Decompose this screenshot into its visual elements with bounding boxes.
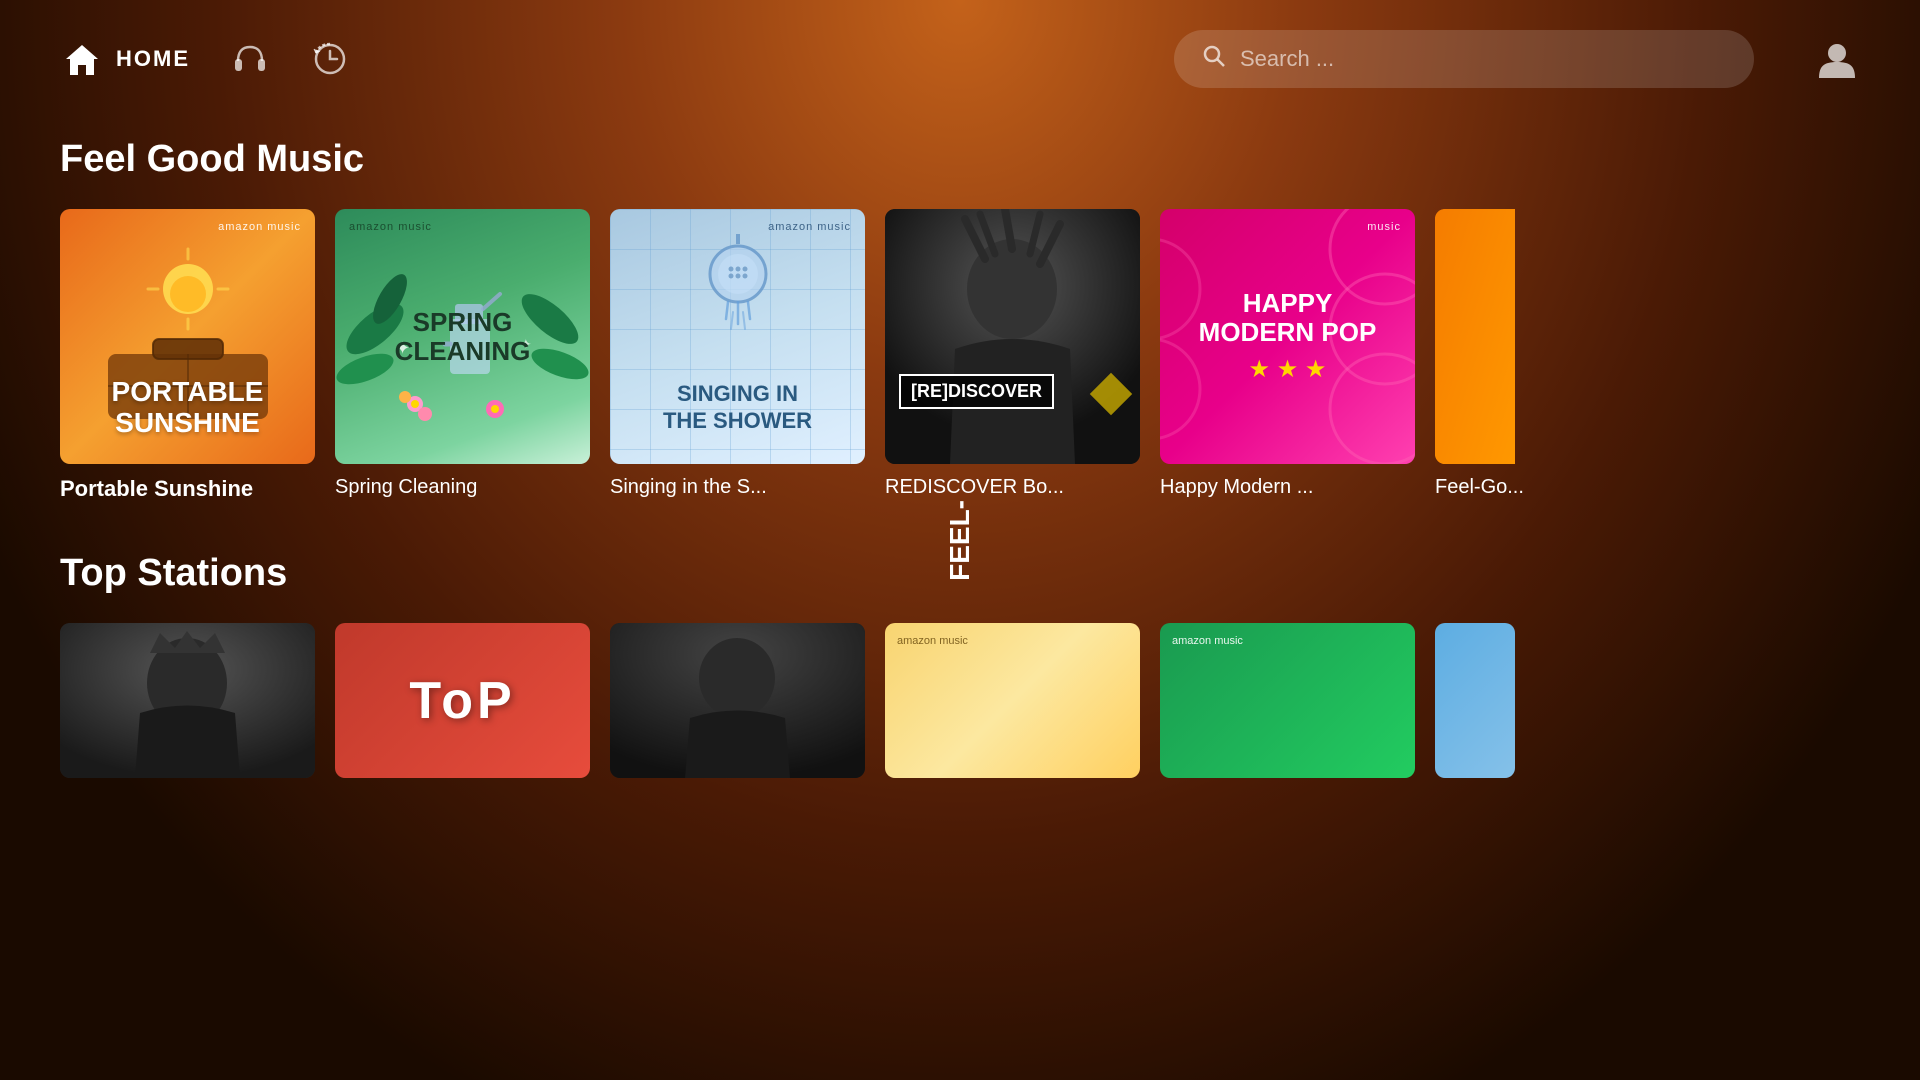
pop-stars: ★ ★ ★ (1249, 355, 1327, 384)
portable-sunshine-card-text: PORTABLESUNSHINE (112, 377, 264, 439)
card-feel-good-partial[interactable]: FEEL- Feel-Go... (1435, 209, 1524, 502)
spring-cleaning-card-text: SPRINGCLEANING (395, 308, 531, 365)
station-card-5[interactable]: amazon music (1160, 623, 1415, 778)
feel-good-section: Feel Good Music amazon music (0, 118, 1920, 522)
station-card-1[interactable] (60, 623, 315, 778)
feelgood-text-container: FEEL- (1435, 209, 1515, 464)
station-3-illustration (610, 623, 865, 778)
station-card-3[interactable] (610, 623, 865, 778)
pop-card-text: HAPPYMODERN POP (1199, 289, 1377, 346)
top-station-text: ToP (409, 671, 515, 731)
station-4-content: amazon music (885, 623, 1140, 778)
feel-good-cards-row: amazon music (60, 209, 1860, 502)
station-1-illustration (60, 623, 315, 778)
station-card-6-partial[interactable] (1435, 623, 1515, 778)
station-5-amazon-label: amazon music (1172, 635, 1403, 647)
station-card-top[interactable]: ToP (335, 623, 590, 778)
shower-card-text: SINGING INTHE SHOWER (663, 381, 812, 434)
station-5-content: amazon music (1160, 623, 1415, 778)
station-4-amazon-label: amazon music (897, 635, 1128, 647)
main-content: HOME Search ... (0, 0, 1920, 1080)
station-card-4[interactable]: amazon music (885, 623, 1140, 778)
